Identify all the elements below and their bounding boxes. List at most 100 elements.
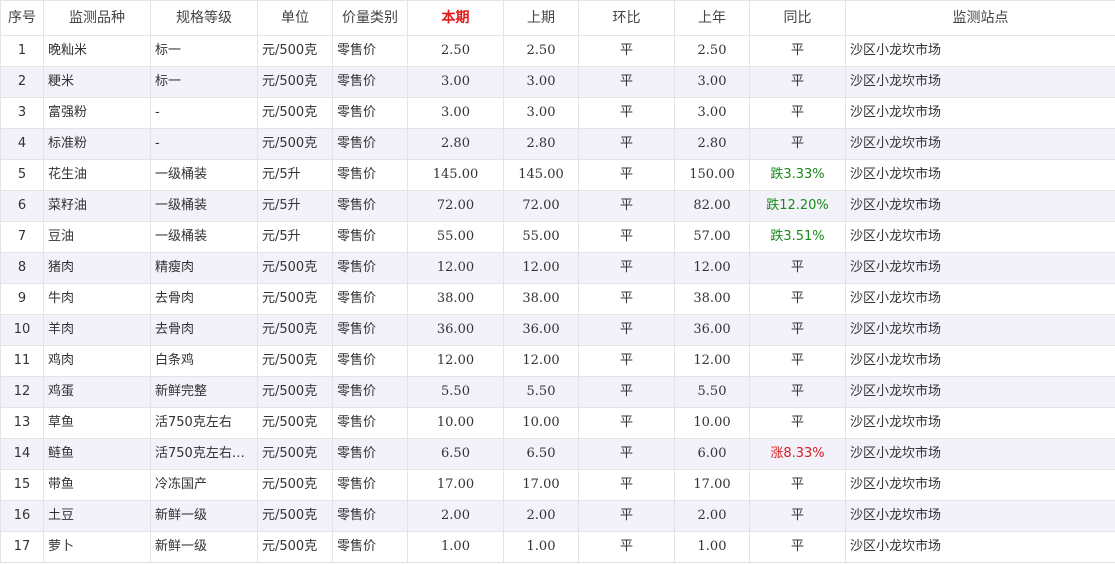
header-year-on-year: 同比 bbox=[749, 0, 846, 36]
cell-unit: 元/500克 bbox=[257, 252, 333, 284]
cell-grade: 活750克左右… bbox=[150, 438, 258, 470]
cell-no: 10 bbox=[0, 314, 44, 346]
header-no: 序号 bbox=[0, 0, 44, 36]
header-last-year: 上年 bbox=[674, 0, 750, 36]
cell-station: 沙区小龙坎市场 bbox=[845, 128, 1115, 160]
cell-station: 沙区小龙坎市场 bbox=[845, 500, 1115, 532]
table-row: 5 花生油 一级桶装 元/5升 零售价 145.00 145.00 平 150.00 跌3.33%… bbox=[0, 159, 1115, 191]
cell-grade: 精瘦肉 bbox=[150, 252, 258, 284]
cell-year-on-year: 跌3.51% bbox=[749, 221, 846, 253]
cell-month-on-month: 平 bbox=[578, 531, 675, 563]
cell-current-price: 2.00 bbox=[407, 500, 504, 532]
cell-item: 鲢鱼 bbox=[43, 438, 151, 470]
cell-previous-price: 3.00 bbox=[503, 97, 579, 129]
cell-year-on-year: 平 bbox=[749, 376, 846, 408]
cell-no: 12 bbox=[0, 376, 44, 408]
cell-no: 8 bbox=[0, 252, 44, 284]
cell-previous-price: 1.00 bbox=[503, 531, 579, 563]
cell-year-on-year: 平 bbox=[749, 97, 846, 129]
cell-current-price: 2.50 bbox=[407, 35, 504, 67]
cell-station: 沙区小龙坎市场 bbox=[845, 531, 1115, 563]
cell-no: 5 bbox=[0, 159, 44, 191]
cell-price-type: 零售价 bbox=[332, 407, 408, 439]
cell-station: 沙区小龙坎市场 bbox=[845, 66, 1115, 98]
cell-no: 15 bbox=[0, 469, 44, 501]
cell-no: 13 bbox=[0, 407, 44, 439]
cell-previous-price: 10.00 bbox=[503, 407, 579, 439]
cell-no: 3 bbox=[0, 97, 44, 129]
cell-no: 9 bbox=[0, 283, 44, 315]
cell-year-on-year: 平 bbox=[749, 252, 846, 284]
cell-price-type: 零售价 bbox=[332, 469, 408, 501]
table-row: 14 鲢鱼 活750克左右… 元/500克 零售价 6.50 6.50 平 6.00 涨8.33%… bbox=[0, 438, 1115, 470]
cell-last-year-price: 12.00 bbox=[674, 345, 750, 377]
cell-last-year-price: 3.00 bbox=[674, 97, 750, 129]
cell-month-on-month: 平 bbox=[578, 469, 675, 501]
cell-month-on-month: 平 bbox=[578, 128, 675, 160]
table-row: 13 草鱼 活750克左右 元/500克 零售价 10.00 10.00 平 10.00 平沙区小… bbox=[0, 407, 1115, 439]
cell-last-year-price: 6.00 bbox=[674, 438, 750, 470]
cell-previous-price: 2.80 bbox=[503, 128, 579, 160]
cell-current-price: 2.80 bbox=[407, 128, 504, 160]
cell-grade: - bbox=[150, 128, 258, 160]
cell-year-on-year: 跌12.20% bbox=[749, 190, 846, 222]
cell-current-price: 12.00 bbox=[407, 345, 504, 377]
cell-unit: 元/5升 bbox=[257, 190, 333, 222]
cell-previous-price: 6.50 bbox=[503, 438, 579, 470]
table-row: 10 羊肉 去骨肉 元/500克 零售价 36.00 36.00 平 36.00 平沙区小龙坎市场 bbox=[0, 314, 1115, 346]
cell-item: 萝卜 bbox=[43, 531, 151, 563]
table-row: 7 豆油 一级桶装 元/5升 零售价 55.00 55.00 平 57.00 跌3.51% 沙区小龙… bbox=[0, 221, 1115, 253]
cell-previous-price: 2.50 bbox=[503, 35, 579, 67]
cell-last-year-price: 10.00 bbox=[674, 407, 750, 439]
table-row: 4 标准粉 - 元/500克 零售价 2.80 2.80 平 2.80 平沙区小龙坎市场 bbox=[0, 128, 1115, 160]
cell-month-on-month: 平 bbox=[578, 407, 675, 439]
cell-station: 沙区小龙坎市场 bbox=[845, 97, 1115, 129]
cell-current-price: 38.00 bbox=[407, 283, 504, 315]
table-row: 11 鸡肉 白条鸡 元/500克 零售价 12.00 12.00 平 12.00 平沙区小龙坎市场 bbox=[0, 345, 1115, 377]
cell-item: 牛肉 bbox=[43, 283, 151, 315]
cell-price-type: 零售价 bbox=[332, 97, 408, 129]
cell-previous-price: 2.00 bbox=[503, 500, 579, 532]
cell-grade: 去骨肉 bbox=[150, 314, 258, 346]
cell-current-price: 72.00 bbox=[407, 190, 504, 222]
cell-price-type: 零售价 bbox=[332, 376, 408, 408]
cell-last-year-price: 3.00 bbox=[674, 66, 750, 98]
cell-month-on-month: 平 bbox=[578, 283, 675, 315]
cell-price-type: 零售价 bbox=[332, 221, 408, 253]
table-row: 12 鸡蛋 新鲜完整 元/500克 零售价 5.50 5.50 平 5.50 平沙区小龙坎市场 bbox=[0, 376, 1115, 408]
cell-item: 土豆 bbox=[43, 500, 151, 532]
cell-item: 花生油 bbox=[43, 159, 151, 191]
cell-month-on-month: 平 bbox=[578, 345, 675, 377]
cell-previous-price: 36.00 bbox=[503, 314, 579, 346]
cell-last-year-price: 17.00 bbox=[674, 469, 750, 501]
cell-station: 沙区小龙坎市场 bbox=[845, 469, 1115, 501]
cell-item: 富强粉 bbox=[43, 97, 151, 129]
cell-item: 粳米 bbox=[43, 66, 151, 98]
price-monitoring-table: 序号 监测品种 规格等级 单位 价量类别 本期 上期 环比 上年 同比 监测站点… bbox=[0, 0, 1115, 563]
header-station: 监测站点 bbox=[845, 0, 1115, 36]
cell-item: 标准粉 bbox=[43, 128, 151, 160]
cell-grade: 一级桶装 bbox=[150, 190, 258, 222]
cell-current-price: 12.00 bbox=[407, 252, 504, 284]
cell-previous-price: 17.00 bbox=[503, 469, 579, 501]
cell-previous-price: 38.00 bbox=[503, 283, 579, 315]
cell-unit: 元/500克 bbox=[257, 531, 333, 563]
cell-month-on-month: 平 bbox=[578, 66, 675, 98]
cell-previous-price: 12.00 bbox=[503, 252, 579, 284]
cell-month-on-month: 平 bbox=[578, 97, 675, 129]
cell-grade: 新鲜完整 bbox=[150, 376, 258, 408]
cell-item: 晚籼米 bbox=[43, 35, 151, 67]
cell-price-type: 零售价 bbox=[332, 345, 408, 377]
cell-no: 7 bbox=[0, 221, 44, 253]
cell-year-on-year: 平 bbox=[749, 128, 846, 160]
cell-month-on-month: 平 bbox=[578, 376, 675, 408]
cell-year-on-year: 平 bbox=[749, 35, 846, 67]
cell-year-on-year: 平 bbox=[749, 407, 846, 439]
cell-grade: 冷冻国产 bbox=[150, 469, 258, 501]
cell-price-type: 零售价 bbox=[332, 128, 408, 160]
cell-grade: 标一 bbox=[150, 35, 258, 67]
cell-unit: 元/500克 bbox=[257, 35, 333, 67]
cell-station: 沙区小龙坎市场 bbox=[845, 283, 1115, 315]
cell-no: 11 bbox=[0, 345, 44, 377]
cell-grade: 新鲜一级 bbox=[150, 500, 258, 532]
